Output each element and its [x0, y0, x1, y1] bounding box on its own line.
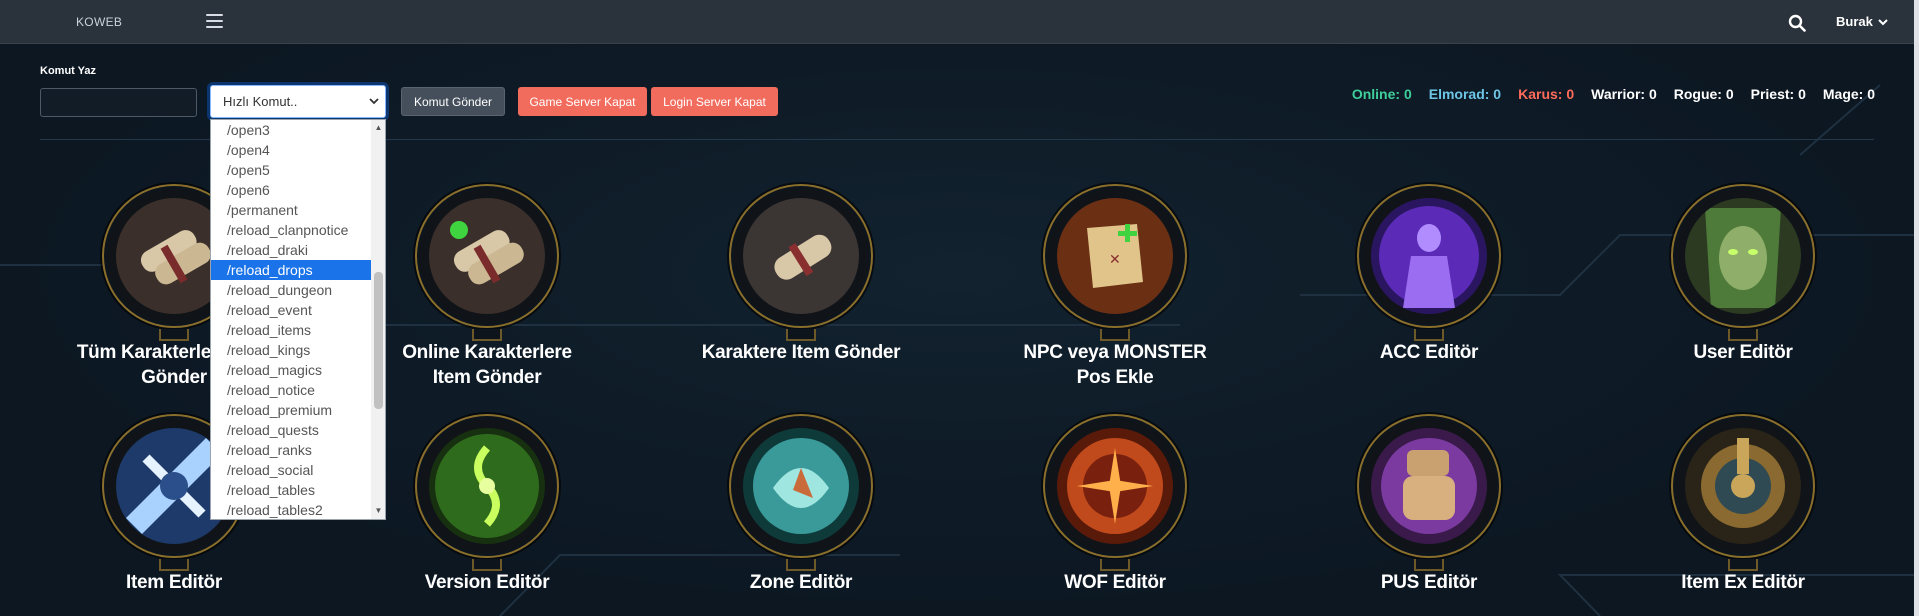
dropdown-option[interactable]: /open4: [211, 140, 371, 160]
svg-text:✕: ✕: [1109, 252, 1121, 268]
tile-label[interactable]: Online Karakterlere Item Gönder: [387, 340, 587, 390]
command-input[interactable]: [40, 88, 197, 117]
green-face-icon: [1685, 198, 1801, 314]
purple-figure-icon: [1371, 198, 1487, 314]
command-label: Komut Yaz: [40, 65, 97, 77]
stat-karus: Karus: 0: [1518, 86, 1575, 102]
scroll-down-icon[interactable]: ▼: [374, 506, 383, 516]
scroll-icon: [743, 198, 859, 314]
tile-label[interactable]: Version Editör: [367, 570, 607, 595]
dropdown-option[interactable]: /open3: [211, 120, 371, 140]
stat-warrior: Warrior: 0: [1591, 86, 1657, 102]
tile-ring: [1357, 414, 1501, 558]
tile-label[interactable]: Zone Editör: [681, 570, 921, 595]
tile-ring: ✕: [1043, 184, 1187, 328]
tile-ring: [1357, 184, 1501, 328]
dropdown-option[interactable]: /reload_ranks: [211, 440, 371, 460]
tool-tile[interactable]: [1633, 181, 1853, 401]
tile-label[interactable]: PUS Editör: [1309, 570, 1549, 595]
tile-label[interactable]: ACC Editör: [1309, 340, 1549, 365]
tile-ring: [1671, 414, 1815, 558]
tile-label[interactable]: Item Ex Editör: [1623, 570, 1863, 595]
tile-ring: [415, 414, 559, 558]
tool-tile[interactable]: [691, 181, 911, 401]
tile-label[interactable]: NPC veya MONSTER Pos Ekle: [1015, 340, 1215, 390]
dropdown-option[interactable]: /reload_premium: [211, 400, 371, 420]
page-scrollbar[interactable]: [1914, 0, 1919, 616]
dropdown-option[interactable]: /reload_clanpnotice: [211, 220, 371, 240]
tile-ring: [729, 184, 873, 328]
game-server-close-button[interactable]: Game Server Kapat: [518, 87, 647, 116]
online-scrolls-icon: [429, 198, 545, 314]
search-icon[interactable]: [1788, 14, 1806, 32]
stat-mage: Mage: 0: [1822, 86, 1875, 102]
tile-ring: [1671, 184, 1815, 328]
menu-toggle-icon[interactable]: [206, 14, 223, 28]
dropdown-option[interactable]: /reload_tables2: [211, 500, 371, 519]
fire-wheel-icon: [1057, 428, 1173, 544]
tile-label[interactable]: Karaktere Item Gönder: [681, 340, 921, 365]
tile-ring: [729, 414, 873, 558]
dropdown-option[interactable]: /reload_quests: [211, 420, 371, 440]
top-navbar: KOWEB Burak: [0, 0, 1919, 44]
quick-command-select[interactable]: Hızlı Komut..: [210, 85, 386, 118]
dropdown-option[interactable]: /reload_tables: [211, 480, 371, 500]
user-menu[interactable]: Burak: [1836, 14, 1888, 29]
scroll-up-icon[interactable]: ▲: [374, 123, 383, 133]
dropdown-option[interactable]: /reload_magics: [211, 360, 371, 380]
dropdown-option[interactable]: /reload_drops: [211, 260, 371, 280]
dropdown-option[interactable]: /open6: [211, 180, 371, 200]
stat-rogue: Rogue: 0: [1673, 86, 1734, 102]
gear-emblem-icon: [1685, 428, 1801, 544]
dropdown-option[interactable]: /reload_kings: [211, 340, 371, 360]
stat-priest: Priest: 0: [1750, 86, 1806, 102]
dropdown-option[interactable]: /reload_dungeon: [211, 280, 371, 300]
dropdown-option[interactable]: /reload_event: [211, 300, 371, 320]
dropdown-option[interactable]: /permanent: [211, 200, 371, 220]
stat-online: Online: 0: [1351, 86, 1412, 102]
brand-logo[interactable]: KOWEB: [76, 15, 122, 29]
dropdown-list: /open3/open4/open5/open6/permanent/reloa…: [211, 120, 371, 519]
dropdown-scrollbar[interactable]: ▲ ▼: [371, 120, 385, 519]
quick-command-value: Hızlı Komut..: [223, 94, 298, 109]
tile-label[interactable]: WOF Editör: [995, 570, 1235, 595]
teal-swirl-icon: [743, 428, 859, 544]
quick-command-dropdown[interactable]: /open3/open4/open5/open6/permanent/reloa…: [210, 119, 386, 520]
send-command-button[interactable]: Komut Gönder: [401, 87, 505, 116]
dropdown-option[interactable]: /reload_notice: [211, 380, 371, 400]
stat-elmorad: Elmorad: 0: [1428, 86, 1502, 102]
dropdown-option[interactable]: /open5: [211, 160, 371, 180]
tool-tile[interactable]: [1319, 181, 1539, 401]
dropdown-option[interactable]: /reload_items: [211, 320, 371, 340]
dropdown-option[interactable]: /reload_draki: [211, 240, 371, 260]
green-rune-icon: [429, 428, 545, 544]
dropdown-option[interactable]: /reload_social: [211, 460, 371, 480]
chevron-down-icon: [1878, 18, 1888, 25]
login-server-close-button[interactable]: Login Server Kapat: [651, 87, 778, 116]
user-name: Burak: [1836, 14, 1873, 29]
chevron-down-icon: [369, 98, 379, 105]
dropdown-scroll-thumb[interactable]: [374, 272, 383, 409]
tile-label[interactable]: Item Editör: [54, 570, 294, 595]
server-stats: Online: 0 Elmorad: 0 Karus: 0 Warrior: 0…: [1352, 86, 1875, 102]
tile-ring: [415, 184, 559, 328]
tile-ring: [1043, 414, 1187, 558]
tile-label[interactable]: User Editör: [1623, 340, 1863, 365]
map-plus-icon: ✕: [1057, 198, 1173, 314]
fist-icon: [1371, 428, 1487, 544]
